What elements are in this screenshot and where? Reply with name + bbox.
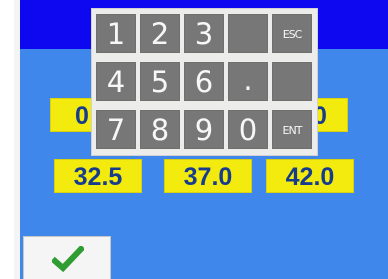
key-9[interactable]: 9 bbox=[184, 110, 224, 149]
setpoint-value: 42.0 bbox=[285, 163, 335, 191]
key-enter[interactable]: ENT bbox=[272, 110, 312, 149]
key-7[interactable]: 7 bbox=[96, 110, 136, 149]
key-blank-top[interactable] bbox=[228, 14, 268, 53]
device-screen: 0 . 0 32.5 37.0 42.0 1 2 3 ESC 4 5 6 . 7 … bbox=[0, 0, 388, 279]
key-3[interactable]: 3 bbox=[184, 14, 224, 53]
key-8[interactable]: 8 bbox=[140, 110, 180, 149]
confirm-button[interactable] bbox=[23, 236, 111, 279]
key-2[interactable]: 2 bbox=[140, 14, 180, 53]
key-decimal-point[interactable]: . bbox=[228, 62, 268, 101]
key-6[interactable]: 6 bbox=[184, 62, 224, 101]
key-1[interactable]: 1 bbox=[96, 14, 136, 53]
key-5[interactable]: 5 bbox=[140, 62, 180, 101]
setpoint-value-partial-left: 0 bbox=[75, 102, 89, 130]
setpoint-value-box[interactable]: 42.0 bbox=[266, 159, 354, 193]
key-escape[interactable]: ESC bbox=[272, 14, 312, 53]
key-0[interactable]: 0 bbox=[228, 110, 268, 149]
key-4[interactable]: 4 bbox=[96, 62, 136, 101]
numeric-keypad: 1 2 3 ESC 4 5 6 . 7 8 9 0 ENT bbox=[91, 8, 318, 156]
setpoint-value: 37.0 bbox=[183, 163, 233, 191]
setpoint-value-box[interactable]: 32.5 bbox=[54, 159, 142, 193]
check-icon bbox=[52, 246, 84, 273]
setpoint-value: 32.5 bbox=[73, 163, 123, 191]
setpoint-value-box[interactable]: 37.0 bbox=[164, 159, 252, 193]
key-blank-middle[interactable] bbox=[272, 62, 312, 101]
